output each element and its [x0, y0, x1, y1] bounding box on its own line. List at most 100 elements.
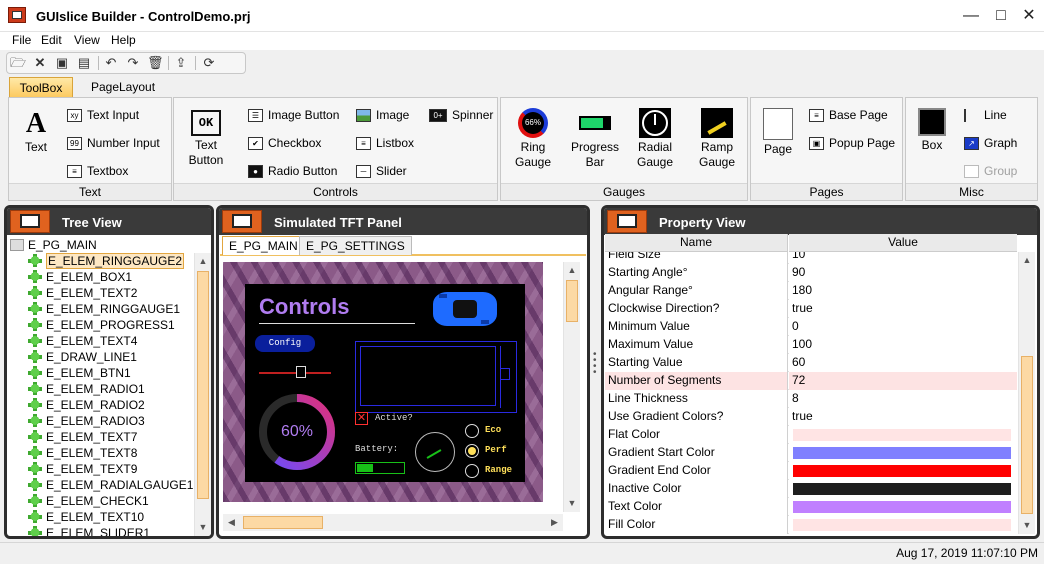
property-row[interactable]: Minimum Value 0: [605, 318, 1017, 336]
close-icon[interactable]: ✕: [32, 55, 48, 71]
ring-gauge-tool[interactable]: 66% Ring Gauge: [511, 108, 555, 170]
scroll-left-icon[interactable]: ◀: [223, 514, 240, 531]
scroll-up-icon[interactable]: ▲: [1019, 252, 1035, 269]
tree-scrollbar[interactable]: ▲ ▼: [194, 253, 211, 536]
property-row[interactable]: Gradient Start Color: [605, 444, 1017, 462]
slider-tool[interactable]: ─ Slider: [356, 163, 407, 181]
group-tool[interactable]: Group: [964, 163, 1017, 181]
property-row[interactable]: Use Gradient Colors? true: [605, 408, 1017, 426]
property-row[interactable]: Gradient End Color: [605, 462, 1017, 480]
column-header-name[interactable]: Name: [605, 234, 788, 252]
tree-item[interactable]: E_ELEM_TEXT2: [28, 285, 137, 301]
close-icon[interactable]: ✕: [1016, 4, 1042, 28]
property-row[interactable]: Maximum Value 100: [605, 336, 1017, 354]
tree-item[interactable]: E_ELEM_RADIO1: [28, 381, 145, 397]
radio-perf[interactable]: [465, 444, 479, 458]
color-swatch[interactable]: [793, 447, 1011, 459]
tree-item[interactable]: E_ELEM_CHECK1: [28, 493, 149, 509]
tree-item[interactable]: E_ELEM_PROGRESS1: [28, 317, 175, 333]
delete-icon[interactable]: 🗑: [147, 55, 164, 71]
color-swatch[interactable]: [793, 465, 1011, 477]
property-value[interactable]: true: [789, 300, 1017, 318]
undo-icon[interactable]: ↶: [103, 55, 119, 71]
tft-listbox[interactable]: [355, 341, 517, 413]
base-page-tool[interactable]: ≡ Base Page: [809, 107, 888, 125]
radial-gauge-tool[interactable]: Radial Gauge: [633, 108, 677, 170]
page-tool[interactable]: Page: [759, 108, 797, 157]
menu-help[interactable]: Help: [111, 33, 136, 47]
number-input-button[interactable]: 99 Number Input: [67, 135, 160, 153]
tft-slider-thumb[interactable]: [296, 366, 306, 378]
tab-pagelayout[interactable]: PageLayout: [78, 77, 168, 98]
tree-item[interactable]: E_ELEM_RINGGAUGE2: [28, 253, 185, 269]
property-color-value[interactable]: [789, 444, 1017, 462]
tree-item[interactable]: E_ELEM_BTN1: [28, 365, 131, 381]
menu-file[interactable]: File: [12, 33, 31, 47]
tree-item[interactable]: E_ELEM_BOX1: [28, 269, 132, 285]
property-row[interactable]: Clockwise Direction? true: [605, 300, 1017, 318]
property-color-value[interactable]: [789, 498, 1017, 516]
ramp-gauge-tool[interactable]: Ramp Gauge: [695, 108, 739, 170]
tft-vscrollbar[interactable]: ▲ ▼: [563, 262, 580, 512]
property-value[interactable]: 60: [789, 354, 1017, 372]
property-row[interactable]: Angular Range° 180: [605, 282, 1017, 300]
open-folder-icon[interactable]: 🗁: [10, 55, 26, 71]
property-color-value[interactable]: [789, 480, 1017, 498]
color-swatch[interactable]: [793, 429, 1011, 441]
tree-item[interactable]: E_ELEM_TEXT9: [28, 461, 137, 477]
scroll-down-icon[interactable]: ▼: [564, 495, 580, 512]
redo-icon[interactable]: ↷: [125, 55, 141, 71]
tft-checkbox[interactable]: ✕: [355, 412, 368, 425]
text-tool-button[interactable]: A Text: [17, 110, 55, 155]
scroll-up-icon[interactable]: ▲: [195, 253, 211, 270]
scroll-thumb[interactable]: [1021, 356, 1033, 514]
save-icon[interactable]: ▣: [54, 55, 70, 71]
property-color-value[interactable]: [789, 462, 1017, 480]
column-header-value[interactable]: Value: [789, 234, 1017, 252]
property-row[interactable]: Inactive Color: [605, 480, 1017, 498]
property-row[interactable]: Line Thickness 8: [605, 390, 1017, 408]
tree-item[interactable]: E_ELEM_TEXT8: [28, 445, 137, 461]
image-tool[interactable]: Image: [356, 107, 409, 125]
splitter-grip[interactable]: • • • •: [593, 350, 597, 382]
scroll-down-icon[interactable]: ▼: [1019, 517, 1035, 534]
tree-item[interactable]: E_ELEM_TEXT7: [28, 429, 137, 445]
property-value[interactable]: 10: [789, 252, 1017, 264]
property-row[interactable]: Fill Color: [605, 516, 1017, 534]
refresh-icon[interactable]: ⟳: [201, 55, 217, 71]
radio-range[interactable]: [465, 464, 479, 478]
property-value[interactable]: 8: [789, 390, 1017, 408]
property-color-value[interactable]: [789, 426, 1017, 444]
textbox-button[interactable]: ≡ Textbox: [67, 163, 128, 181]
tree-item[interactable]: E_ELEM_SLIDER1: [28, 525, 150, 536]
property-row[interactable]: Number of Segments 72: [605, 372, 1017, 390]
menu-edit[interactable]: Edit: [41, 33, 62, 47]
tree-item[interactable]: E_ELEM_RINGGAUGE1: [28, 301, 180, 317]
progress-bar-tool[interactable]: Progress Bar: [569, 108, 621, 170]
tft-hscrollbar[interactable]: ◀ ▶: [223, 514, 563, 531]
scroll-down-icon[interactable]: ▼: [195, 519, 211, 536]
tree-item[interactable]: E_ELEM_RADIO2: [28, 397, 145, 413]
tree-item[interactable]: E_ELEM_RADIALGAUGE1: [28, 477, 193, 493]
config-button[interactable]: Config: [255, 335, 315, 352]
radio-button-tool[interactable]: ● Radio Button: [248, 163, 337, 181]
property-value[interactable]: true: [789, 408, 1017, 426]
scroll-up-icon[interactable]: ▲: [564, 262, 580, 279]
scroll-thumb[interactable]: [243, 516, 323, 529]
checkbox-tool[interactable]: ✔ Checkbox: [248, 135, 321, 153]
listbox-tool[interactable]: ≡ Listbox: [356, 135, 414, 153]
property-value[interactable]: 0: [789, 318, 1017, 336]
property-row[interactable]: Text Color: [605, 498, 1017, 516]
line-tool[interactable]: Line: [964, 107, 1007, 125]
property-value[interactable]: 100: [789, 336, 1017, 354]
image-button-tool[interactable]: ☰ Image Button: [248, 107, 339, 125]
text-input-button[interactable]: xy Text Input: [67, 107, 139, 125]
tree-item[interactable]: E_ELEM_TEXT4: [28, 333, 137, 349]
spinner-tool[interactable]: 0+ Spinner: [429, 107, 493, 125]
tree-root[interactable]: E_PG_MAIN: [10, 237, 97, 253]
minimize-icon[interactable]: —: [958, 4, 984, 28]
property-row[interactable]: Starting Value 60: [605, 354, 1017, 372]
tab-e-pg-settings[interactable]: E_PG_SETTINGS: [299, 236, 412, 255]
tree-item[interactable]: E_ELEM_RADIO3: [28, 413, 145, 429]
menu-view[interactable]: View: [74, 33, 100, 47]
